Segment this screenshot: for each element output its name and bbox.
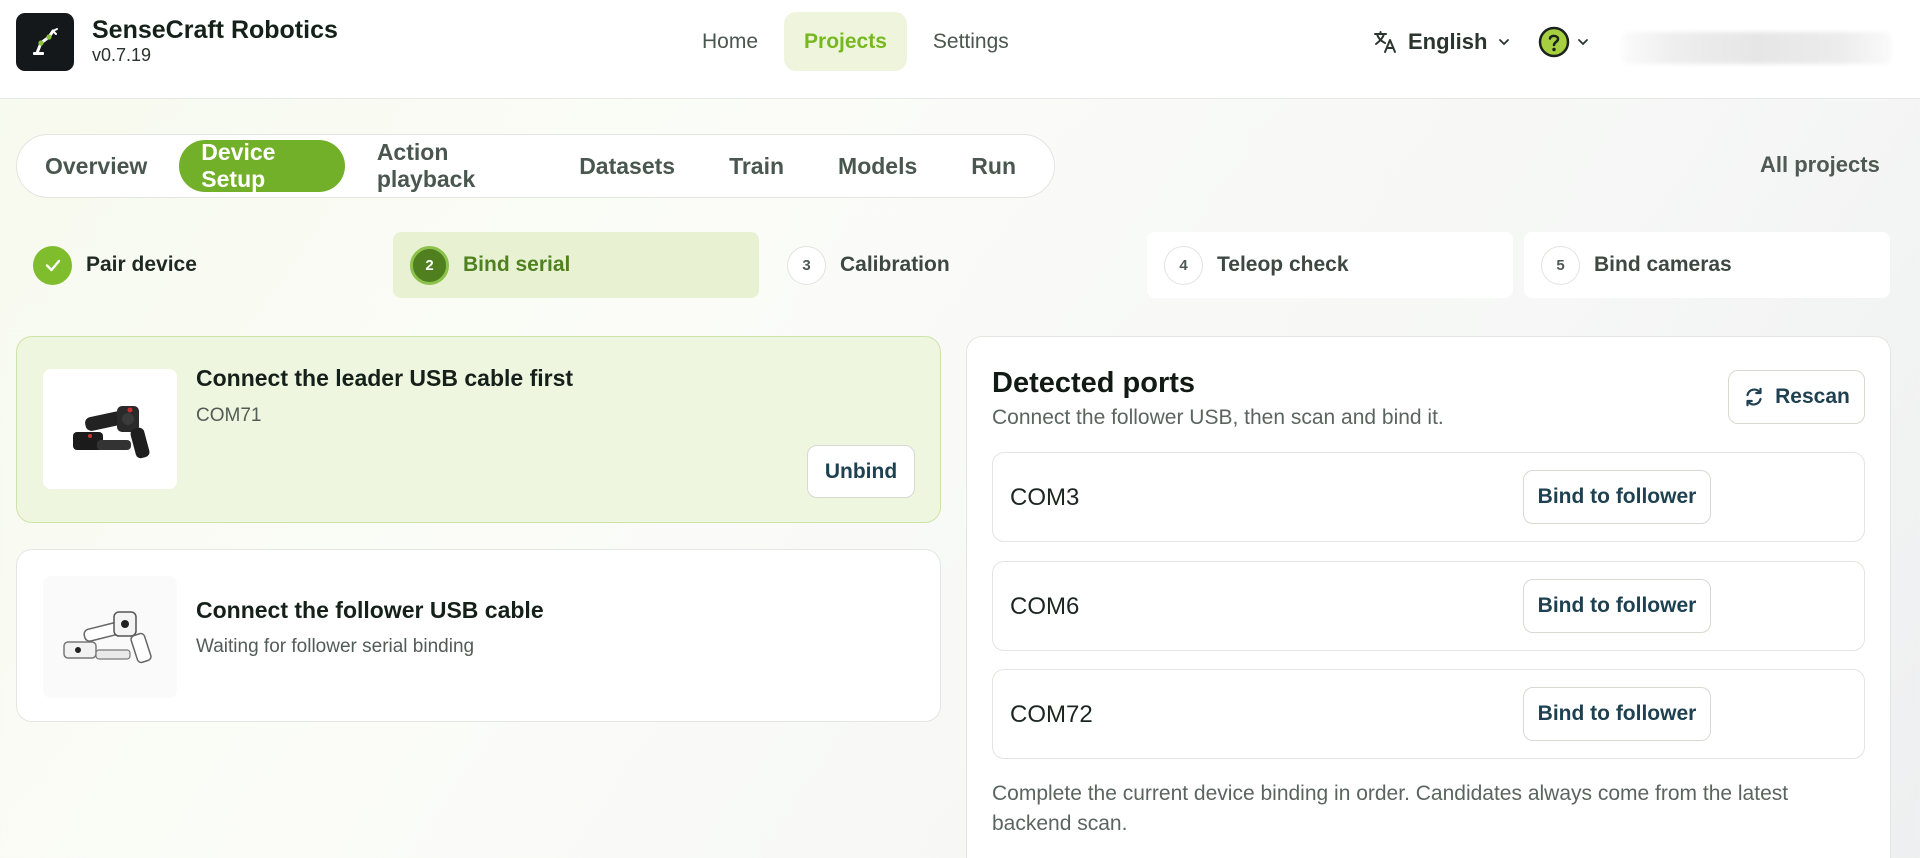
step-teleop-check[interactable]: 4 Teleop check bbox=[1147, 232, 1513, 298]
leader-port-value: COM71 bbox=[196, 405, 262, 426]
leader-card-title: Connect the leader USB cable first bbox=[196, 365, 574, 391]
tab-datasets[interactable]: Datasets bbox=[557, 140, 697, 192]
check-icon bbox=[45, 259, 60, 272]
bind-to-follower-button[interactable]: Bind to follower bbox=[1523, 687, 1711, 741]
tab-action-playback[interactable]: Action playback bbox=[355, 139, 547, 192]
step-bind-cameras[interactable]: 5 Bind cameras bbox=[1524, 232, 1890, 298]
leader-device-card: Connect the leader USB cable first COM71… bbox=[16, 336, 941, 523]
unbind-button[interactable]: Unbind bbox=[807, 445, 915, 498]
port-name: COM3 bbox=[1010, 484, 1080, 511]
step-calibration[interactable]: 3 Calibration bbox=[770, 232, 1136, 298]
step-number: 4 bbox=[1164, 245, 1203, 285]
port-row: COM6 Bind to follower bbox=[992, 561, 1865, 651]
step-label: Bind serial bbox=[463, 253, 571, 276]
follower-status-text: Waiting for follower serial binding bbox=[196, 636, 475, 657]
port-row: COM72 Bind to follower bbox=[992, 669, 1865, 759]
chevron-down-icon bbox=[1499, 39, 1510, 46]
ports-title: Detected ports bbox=[992, 367, 1196, 399]
follower-card-title: Connect the follower USB cable bbox=[196, 597, 544, 623]
top-header: SenseCraft Robotics v0.7.19 Home Project… bbox=[0, 0, 1920, 99]
help-icon bbox=[1538, 26, 1570, 58]
bind-to-follower-button[interactable]: Bind to follower bbox=[1523, 470, 1711, 524]
help-menu[interactable] bbox=[1538, 25, 1590, 59]
step-pair-device[interactable]: Pair device bbox=[16, 232, 382, 298]
step-number: 5 bbox=[1541, 245, 1580, 285]
chevron-down-icon bbox=[1578, 39, 1588, 46]
tab-train[interactable]: Train bbox=[707, 140, 806, 192]
app-logo[interactable] bbox=[16, 13, 74, 71]
ports-subtitle: Connect the follower USB, then scan and … bbox=[992, 406, 1444, 429]
top-nav: Home Projects Settings bbox=[682, 12, 1029, 71]
tab-run[interactable]: Run bbox=[949, 140, 1038, 192]
follower-arm-illustration bbox=[63, 611, 152, 664]
follower-arm-image bbox=[43, 576, 177, 698]
leader-arm-image bbox=[43, 369, 177, 489]
language-label: English bbox=[1408, 29, 1488, 54]
nav-home[interactable]: Home bbox=[682, 12, 778, 71]
step-bind-serial[interactable]: 2 Bind serial bbox=[393, 232, 759, 298]
step-complete-badge bbox=[33, 245, 72, 285]
step-label: Calibration bbox=[840, 253, 950, 276]
app-name: SenseCraft Robotics bbox=[92, 16, 338, 44]
step-number: 2 bbox=[410, 245, 449, 285]
ports-footnote: Complete the current device binding in o… bbox=[992, 782, 1789, 835]
port-row: COM3 Bind to follower bbox=[992, 452, 1865, 542]
rescan-label: Rescan bbox=[1775, 385, 1850, 408]
rescan-button[interactable]: Rescan bbox=[1728, 370, 1865, 424]
nav-settings[interactable]: Settings bbox=[913, 12, 1029, 71]
project-tabs: Overview Device Setup Action playback Da… bbox=[16, 134, 1055, 198]
follower-device-card: Connect the follower USB cable Waiting f… bbox=[16, 549, 941, 722]
tab-models[interactable]: Models bbox=[816, 140, 939, 192]
detected-ports-panel: Detected ports Connect the follower USB,… bbox=[966, 336, 1891, 858]
language-selector[interactable]: English bbox=[1372, 25, 1511, 59]
step-label: Bind cameras bbox=[1594, 253, 1732, 276]
tab-overview[interactable]: Overview bbox=[23, 140, 169, 192]
step-number: 3 bbox=[787, 245, 826, 285]
all-projects-link[interactable]: All projects bbox=[1760, 152, 1880, 178]
step-label: Teleop check bbox=[1217, 253, 1349, 276]
tab-device-setup[interactable]: Device Setup bbox=[179, 139, 345, 192]
port-name: COM6 bbox=[1010, 593, 1080, 620]
robot-arm-icon bbox=[33, 28, 58, 55]
step-label: Pair device bbox=[86, 253, 197, 276]
bind-to-follower-button[interactable]: Bind to follower bbox=[1523, 579, 1711, 633]
refresh-icon bbox=[1746, 387, 1762, 407]
port-name: COM72 bbox=[1010, 701, 1093, 728]
app-version: v0.7.19 bbox=[92, 45, 152, 65]
leader-arm-illustration bbox=[73, 406, 150, 459]
nav-projects[interactable]: Projects bbox=[784, 12, 907, 71]
translate-icon bbox=[1374, 31, 1396, 53]
user-account-blurred[interactable] bbox=[1622, 32, 1892, 64]
